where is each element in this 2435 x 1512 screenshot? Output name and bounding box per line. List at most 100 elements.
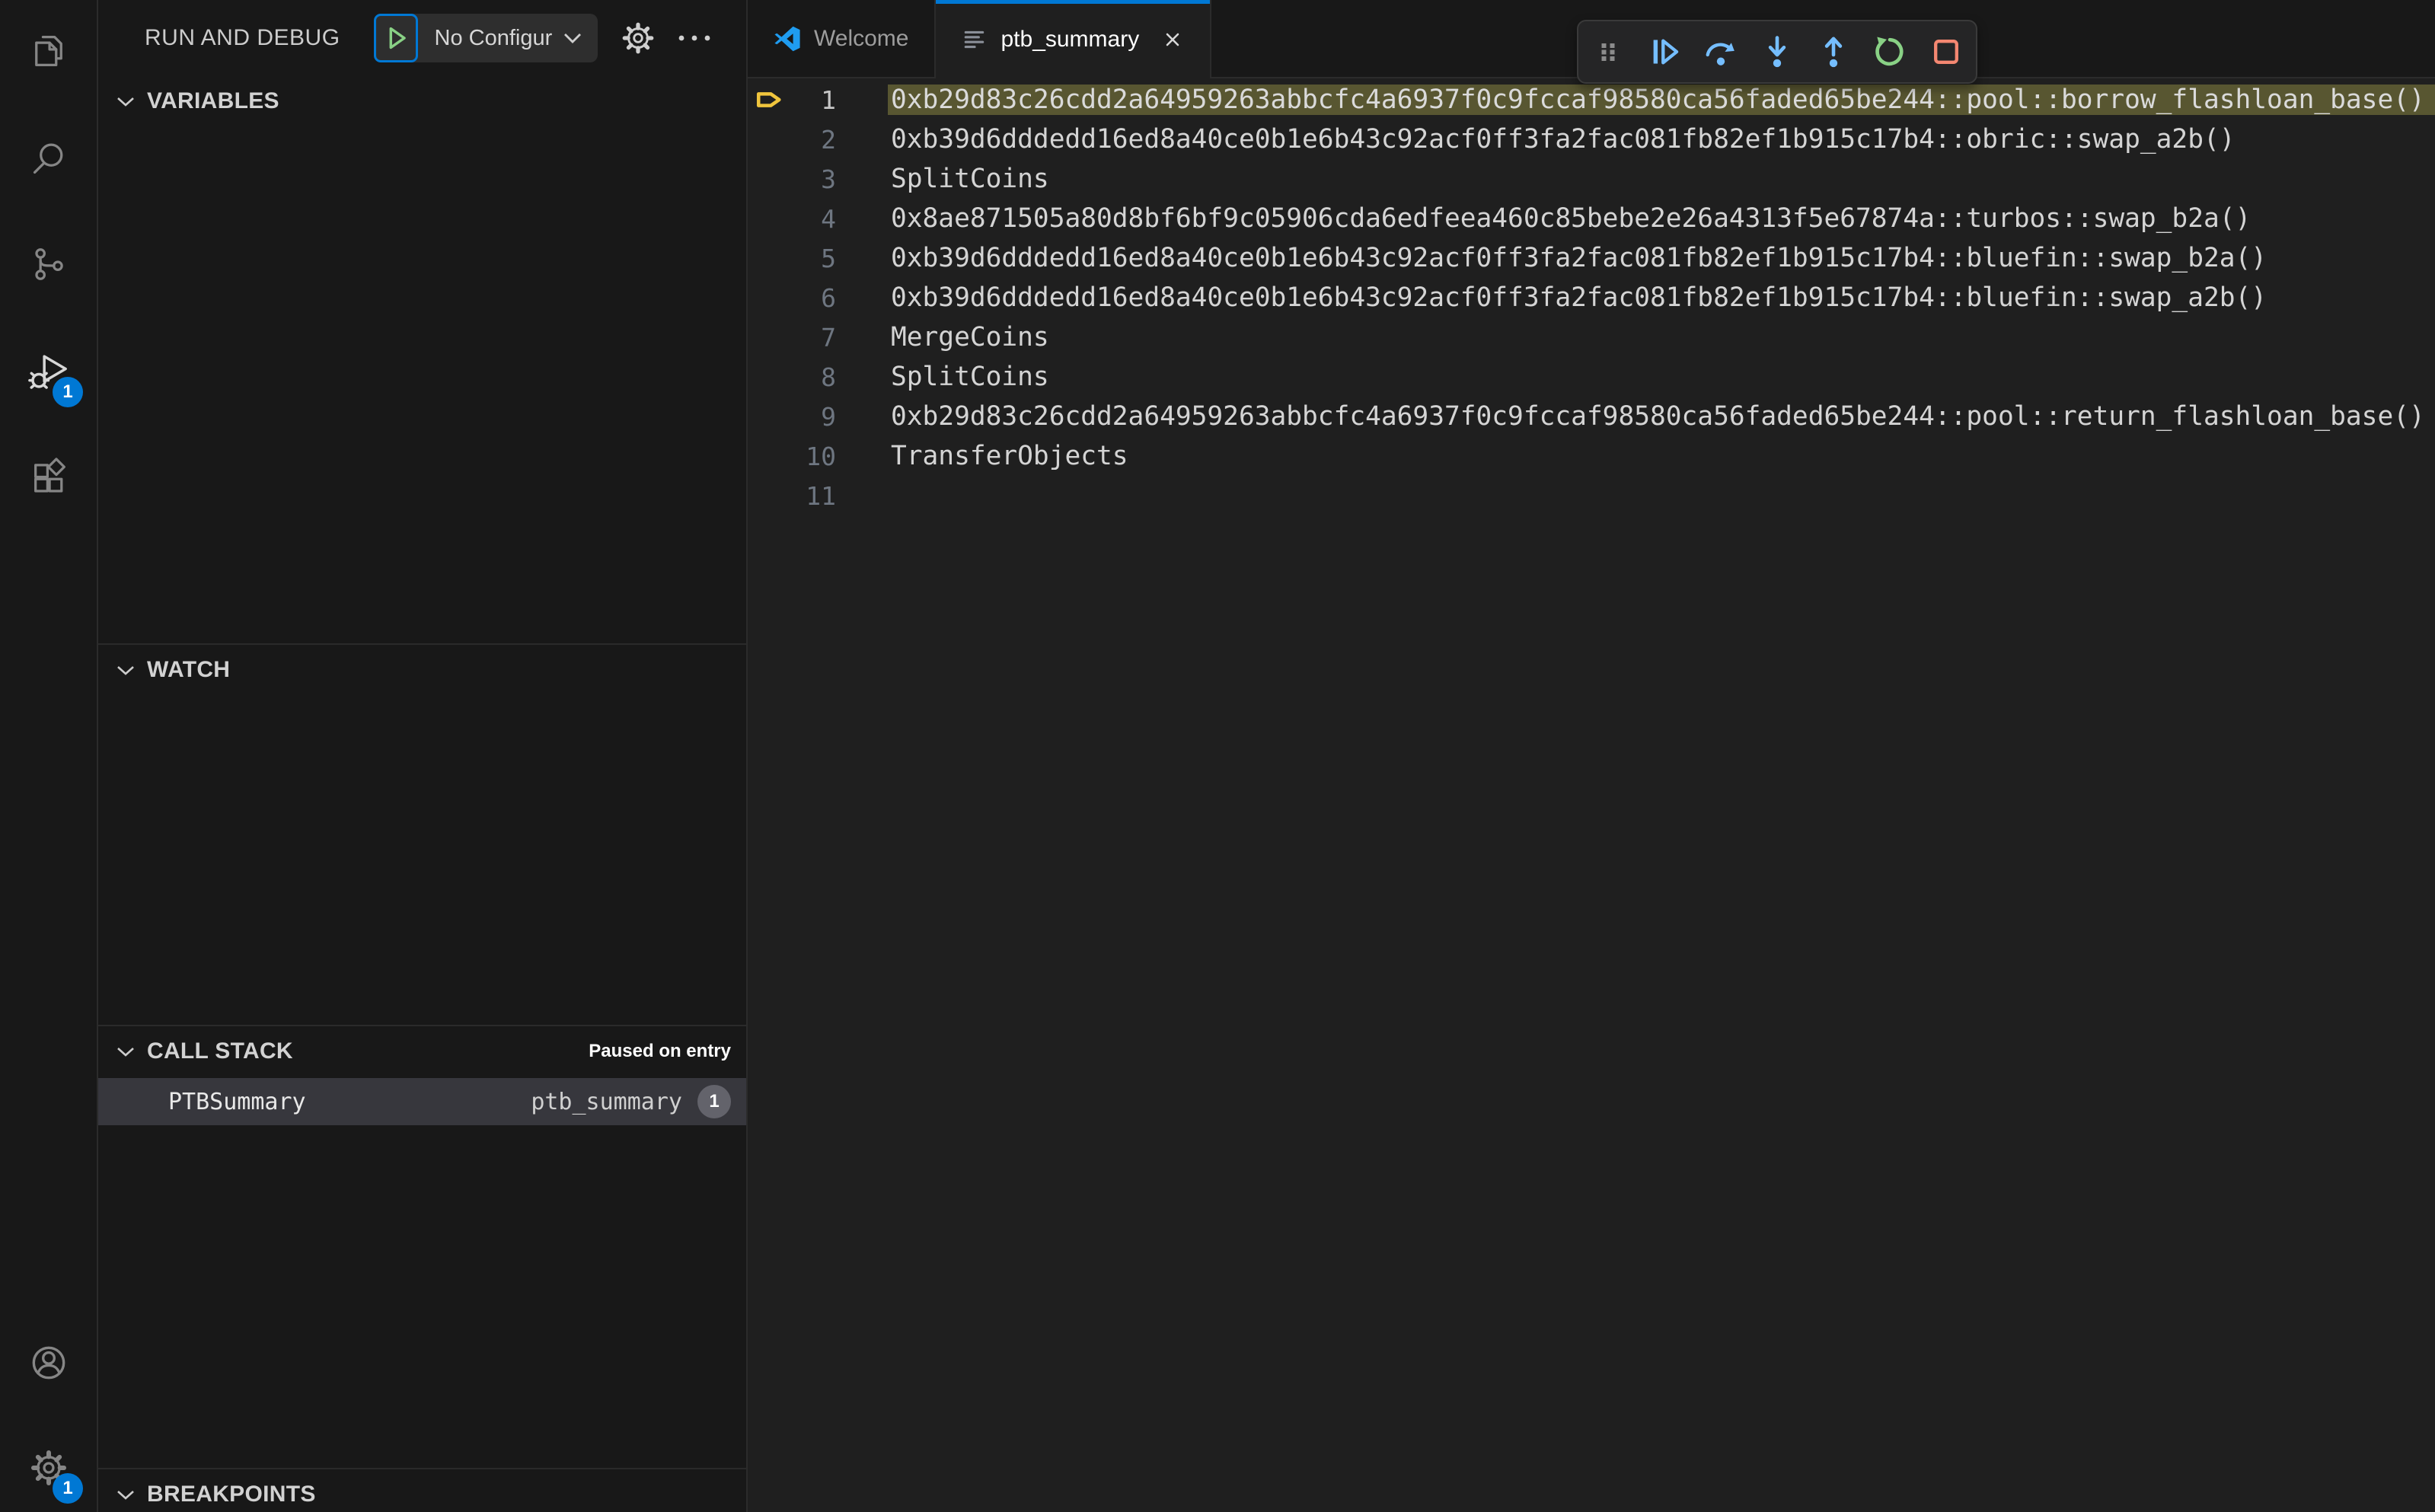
call-stack-frame[interactable]: PTBSummary ptb_summary 1	[98, 1078, 746, 1125]
vscode-window: 1 1 RUN AND DEBUG No Configur VARIABLES …	[0, 0, 2435, 1512]
frame-name: PTBSummary	[168, 1088, 306, 1115]
breakpoints-section: BREAKPOINTS	[98, 1468, 746, 1512]
call-stack-section-header[interactable]: CALL STACK Paused on entry	[98, 1026, 746, 1077]
extensions-icon	[34, 458, 65, 493]
play-icon	[389, 27, 406, 49]
step-into-icon	[1768, 36, 1786, 68]
toolbar-drag-handle[interactable]	[1591, 34, 1626, 69]
step-over-button[interactable]	[1703, 34, 1738, 69]
watch-section: WATCH	[98, 643, 746, 1025]
line-text: 0xb29d83c26cdd2a64959263abbcfc4a6937f0c9…	[888, 85, 2435, 115]
debug-settings-gear-button[interactable]	[621, 21, 656, 56]
start-debugging-button[interactable]	[373, 14, 418, 62]
watch-section-header[interactable]: WATCH	[98, 645, 746, 695]
tab-welcome-label: Welcome	[814, 25, 909, 51]
breakpoints-section-header[interactable]: BREAKPOINTS	[98, 1469, 746, 1512]
code-line-9[interactable]: 9 0xb29d83c26cdd2a64959263abbcfc4a6937f0c…	[748, 397, 2435, 436]
tab-close-button[interactable]	[1161, 28, 1184, 51]
frame-badge: 1	[697, 1085, 731, 1118]
variables-section-header[interactable]: VARIABLES	[98, 76, 746, 126]
gripper-icon	[1601, 43, 1615, 61]
line-text: SplitCoins	[891, 362, 1049, 392]
code-line-5[interactable]: 5 0xb39d6dddedd16ed8a40ce0b1e6b43c92acf0f…	[748, 238, 2435, 278]
debug-stackframe-icon	[756, 92, 781, 107]
debug-badge: 1	[53, 377, 83, 407]
stop-button[interactable]	[1929, 34, 1964, 69]
variables-section: VARIABLES	[98, 76, 746, 643]
restart-button[interactable]	[1872, 34, 1907, 69]
line-text: TransferObjects	[891, 441, 1128, 471]
activity-item-run-and-debug[interactable]: 1	[0, 330, 97, 413]
line-number: 10	[806, 441, 836, 471]
tab-ptb-summary-label: ptb_summary	[1000, 26, 1140, 52]
line-number: 11	[806, 480, 836, 511]
line-number: 6	[821, 282, 836, 313]
code-line-4[interactable]: 4 0x8ae871505a80d8bf6bf9c05906cda6edfeea4…	[748, 199, 2435, 238]
line-number: 2	[821, 124, 836, 155]
sidebar-header: RUN AND DEBUG No Configur	[98, 0, 746, 76]
line-number: 8	[821, 362, 836, 392]
line-number: 3	[821, 164, 836, 194]
line-text: MergeCoins	[891, 322, 1049, 352]
code-line-2[interactable]: 2 0xb39d6dddedd16ed8a40ce0b1e6b43c92acf0f…	[748, 120, 2435, 159]
code-line-11[interactable]: 11	[748, 476, 2435, 515]
line-text: 0xb39d6dddedd16ed8a40ce0b1e6b43c92acf0ff…	[891, 282, 2267, 313]
code-editor[interactable]: 1 0xb29d83c26cdd2a64959263abbcfc4a6937f0c…	[748, 78, 2435, 1512]
tab-ptb-summary[interactable]: ptb_summary	[936, 0, 1212, 78]
continue-button[interactable]	[1647, 34, 1682, 69]
code-line-10[interactable]: 10 TransferObjects	[748, 436, 2435, 476]
activity-item-extensions[interactable]	[0, 435, 97, 518]
step-out-icon	[1824, 37, 1843, 68]
step-over-icon	[1706, 43, 1734, 65]
run-and-debug-sidebar: RUN AND DEBUG No Configur VARIABLES WATC…	[98, 0, 748, 1512]
explorer-icon	[34, 35, 62, 67]
more-actions-button[interactable]	[675, 31, 713, 45]
breakpoints-section-label: BREAKPOINTS	[147, 1482, 316, 1507]
activity-item-search[interactable]	[0, 116, 97, 200]
chevron-down-icon	[117, 97, 134, 107]
activity-bar: 1 1	[0, 0, 98, 1512]
gutter-line-1[interactable]	[748, 85, 792, 114]
line-number: 9	[821, 401, 836, 432]
editor-group: Welcome ptb_summary 1 0xb29d83c26cdd2a64…	[748, 0, 2435, 1512]
debug-config-label: No Configur	[434, 25, 553, 50]
activity-item-accounts[interactable]	[0, 1321, 97, 1405]
step-into-button[interactable]	[1760, 34, 1795, 69]
continue-icon	[1653, 39, 1679, 65]
code-line-3[interactable]: 3 SplitCoins	[748, 159, 2435, 199]
tab-welcome[interactable]: Welcome	[748, 0, 937, 77]
frame-source: ptb_summary	[531, 1088, 682, 1115]
variables-section-label: VARIABLES	[147, 88, 279, 113]
account-icon	[32, 1346, 65, 1380]
call-stack-section: CALL STACK Paused on entry PTBSummary ptb…	[98, 1025, 746, 1468]
chevron-down-icon	[117, 1047, 134, 1057]
line-text: 0xb29d83c26cdd2a64959263abbcfc4a6937f0c9…	[891, 401, 2425, 432]
call-stack-section-label: CALL STACK	[147, 1038, 293, 1064]
chevron-down-icon	[564, 33, 582, 43]
search-icon	[33, 143, 62, 174]
close-icon	[1166, 33, 1179, 46]
activity-item-manage[interactable]: 1	[0, 1426, 97, 1510]
list-file-icon	[965, 30, 985, 48]
line-text: 0x8ae871505a80d8bf6bf9c05906cda6edfeea46…	[891, 203, 2251, 234]
line-text: SplitCoins	[891, 164, 1049, 194]
code-line-6[interactable]: 6 0xb39d6dddedd16ed8a40ce0b1e6b43c92acf0f…	[748, 278, 2435, 317]
chevron-down-icon	[117, 1490, 134, 1500]
code-line-8[interactable]: 8 SplitCoins	[748, 357, 2435, 397]
restart-icon	[1875, 37, 1904, 66]
line-number: 1	[821, 85, 836, 115]
watch-section-label: WATCH	[147, 657, 231, 682]
code-line-7[interactable]: 7 MergeCoins	[748, 317, 2435, 357]
debug-config-dropdown[interactable]: No Configur	[373, 14, 598, 62]
settings-badge: 1	[53, 1473, 83, 1504]
code-line-1[interactable]: 1 0xb29d83c26cdd2a64959263abbcfc4a6937f0c…	[748, 80, 2435, 120]
activity-item-source-control[interactable]	[0, 222, 97, 306]
chevron-down-icon	[117, 665, 134, 675]
line-text: 0xb39d6dddedd16ed8a40ce0b1e6b43c92acf0ff…	[891, 124, 2236, 155]
activity-item-explorer[interactable]	[0, 9, 97, 93]
step-out-button[interactable]	[1816, 34, 1851, 69]
stop-icon	[1934, 40, 1958, 64]
line-number: 7	[821, 322, 836, 352]
line-number: 5	[821, 243, 836, 273]
line-text: 0xb39d6dddedd16ed8a40ce0b1e6b43c92acf0ff…	[891, 243, 2267, 273]
